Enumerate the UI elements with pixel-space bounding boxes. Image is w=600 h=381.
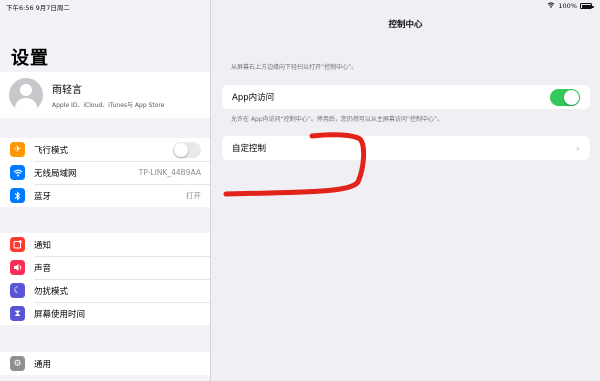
sidebar-title: 设置 (11, 48, 49, 69)
swipe-hint-text: 从屏幕右上方边缘向下轻扫以打开“控制中心”。 (231, 64, 358, 71)
battery-percent: 100% (558, 2, 577, 10)
sidebar-item-label: 通用 (34, 359, 52, 370)
customize-controls-row[interactable]: 自定控制 › (222, 136, 590, 160)
sidebar-item-label: 飞行模式 (34, 145, 69, 156)
profile-name: 雨轻言 (52, 85, 82, 96)
avatar (9, 78, 43, 112)
battery-icon (580, 3, 594, 9)
sidebar-item-label: 勿扰模式 (34, 286, 69, 297)
notifications-group: 通知 声音 ☾ 勿扰模式 ⧗ 屏幕使用时间 (0, 233, 210, 325)
page-title: 控制中心 (388, 20, 423, 30)
app-access-row: App内访问 (222, 85, 590, 109)
app-access-label: App内访问 (232, 93, 275, 103)
sidebar-item-label: 声音 (34, 263, 52, 274)
sidebar-item-label: 无线局域网 (34, 168, 77, 179)
sidebar-item-general[interactable]: ⚙ 通用 (0, 352, 210, 375)
sidebar-item-label: 通知 (34, 240, 52, 251)
bluetooth-status-value: 打开 (186, 191, 201, 200)
chevron-right-icon: › (575, 141, 580, 155)
app-access-hint-text: 允许在 App内访问“控制中心”。停用后，您仍然可以从主屏幕访问“控制中心”。 (231, 116, 444, 123)
status-bar: 下午6:56 9月7日周二 100% (0, 0, 600, 12)
wifi-icon (10, 165, 25, 180)
hourglass-icon: ⧗ (10, 306, 25, 321)
settings-sidebar: 设置 雨轻言 Apple ID、iCloud、iTunes与 App Store… (0, 0, 211, 381)
status-time-date: 下午6:56 9月7日周二 (6, 4, 70, 12)
airplane-icon: ✈ (10, 142, 25, 157)
speaker-icon (10, 260, 25, 275)
sidebar-item-bluetooth[interactable]: 蓝牙 打开 (0, 184, 210, 207)
general-group: ⚙ 通用 (0, 352, 210, 375)
sidebar-item-label: 蓝牙 (34, 191, 52, 202)
customize-controls-label: 自定控制 (232, 144, 267, 154)
wifi-network-value: TP-LINK_44B9AA (138, 168, 201, 177)
sidebar-item-screen-time[interactable]: ⧗ 屏幕使用时间 (0, 302, 210, 325)
notifications-icon (10, 237, 25, 252)
airplane-mode-toggle[interactable] (173, 141, 201, 158)
moon-icon: ☾ (10, 283, 25, 298)
profile-subtitle: Apple ID、iCloud、iTunes与 App Store (52, 102, 165, 109)
sidebar-item-airplane-mode[interactable]: ✈ 飞行模式 (0, 138, 210, 161)
sidebar-item-do-not-disturb[interactable]: ☾ 勿扰模式 (0, 279, 210, 302)
wifi-status-icon (547, 2, 555, 10)
sidebar-item-wifi[interactable]: 无线局域网 TP-LINK_44B9AA (0, 161, 210, 184)
connectivity-group: ✈ 飞行模式 无线局域网 TP-LINK_44B9AA 蓝牙 打开 (0, 138, 210, 207)
sidebar-item-label: 屏幕使用时间 (34, 309, 86, 320)
sidebar-item-notifications[interactable]: 通知 (0, 233, 210, 256)
apple-id-profile[interactable]: 雨轻言 Apple ID、iCloud、iTunes与 App Store (0, 72, 210, 118)
sidebar-item-sounds[interactable]: 声音 (0, 256, 210, 279)
gear-icon: ⚙ (10, 356, 25, 371)
app-access-toggle[interactable] (550, 88, 580, 106)
bluetooth-icon (10, 188, 25, 203)
